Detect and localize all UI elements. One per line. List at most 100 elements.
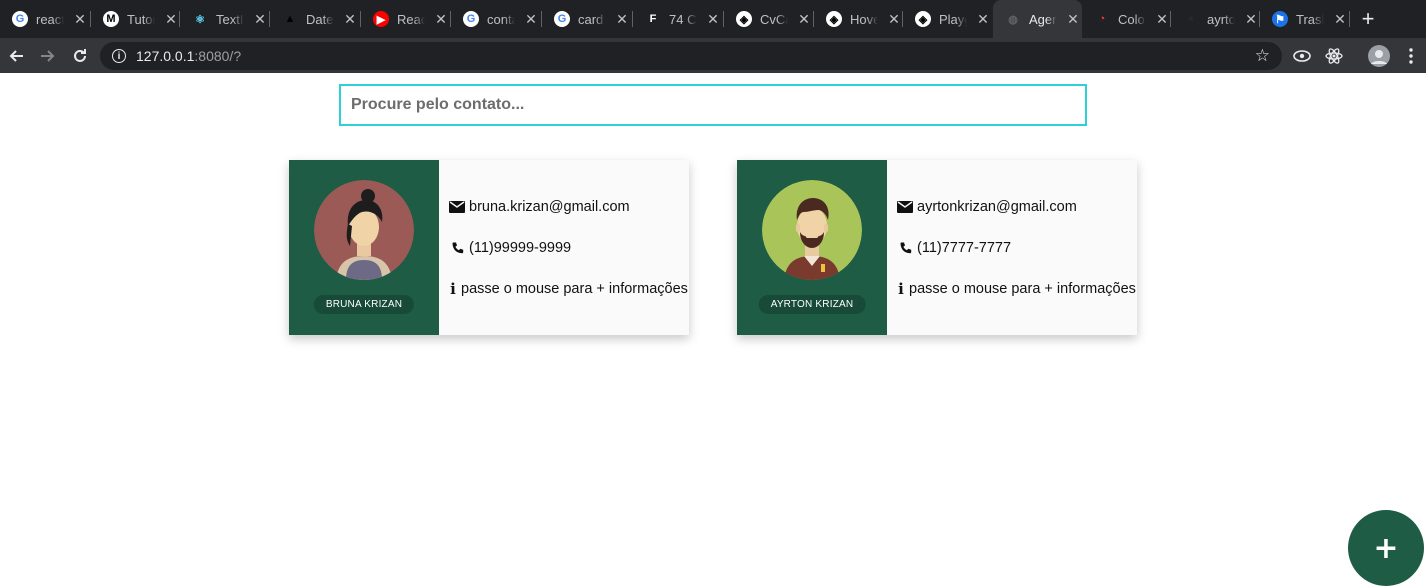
tab-title: Date <box>306 11 334 27</box>
browser-tab[interactable]: ▶ Reac ✕ <box>361 0 451 38</box>
forward-button[interactable] <box>32 40 64 72</box>
close-tab-icon[interactable]: ✕ <box>1243 11 1259 28</box>
browser-toolbar: i 127.0.0.1 :8080/? ☆ <box>0 38 1426 73</box>
browser-tab[interactable]: ◔ Colo ✕ <box>1082 0 1171 38</box>
phone-icon <box>897 242 913 255</box>
tab-title: ayrto <box>1207 11 1235 27</box>
envelope-icon <box>449 201 465 213</box>
arrow-left-icon <box>9 49 23 62</box>
contact-email: ayrtonkrizan@gmail.com <box>917 199 1077 215</box>
tab-title: card <box>578 11 604 27</box>
new-tab-button[interactable]: + <box>1350 0 1386 38</box>
tab-title: TextI <box>216 11 244 27</box>
tab-favicon-icon: G <box>554 11 570 27</box>
close-tab-icon[interactable]: ✕ <box>252 11 268 28</box>
tab-favicon-icon: ◍ <box>1008 13 1018 26</box>
contact-card[interactable]: AYRTON KRIZAN ayrtonkrizan@gmail.com (11… <box>737 160 1137 335</box>
tab-title: Tutor <box>127 11 155 27</box>
contact-phone-row: (11)7777-7777 <box>897 238 1137 258</box>
close-tab-icon[interactable]: ✕ <box>886 11 902 28</box>
contact-phone-row: (11)99999-9999 <box>449 238 689 258</box>
browser-tab[interactable]: ● ayrto ✕ <box>1171 0 1260 38</box>
close-tab-icon[interactable]: ✕ <box>975 11 991 28</box>
profile-avatar[interactable] <box>1367 38 1391 73</box>
close-tab-icon[interactable]: ✕ <box>433 11 449 28</box>
tab-title: Playg <box>939 11 967 27</box>
browser-tab[interactable]: Gconta ✕ <box>451 0 542 38</box>
reload-button[interactable] <box>64 40 96 72</box>
tab-favicon-icon: ◈ <box>736 11 752 27</box>
close-tab-icon[interactable]: ✕ <box>72 11 88 28</box>
contact-card[interactable]: BRUNA KRIZAN bruna.krizan@gmail.com (11)… <box>289 160 689 335</box>
contact-info-row: i passe o mouse para + informações <box>449 279 689 299</box>
tab-favicon-icon: ▲ <box>284 13 296 25</box>
contact-email-row: bruna.krizan@gmail.com <box>449 197 689 217</box>
close-tab-icon[interactable]: ✕ <box>1332 11 1348 28</box>
male-avatar-icon <box>762 180 862 280</box>
close-tab-icon[interactable]: ✕ <box>705 11 721 28</box>
url-host: 127.0.0.1 <box>136 48 195 64</box>
browser-tab[interactable]: ◈ Hove ✕ <box>814 0 903 38</box>
back-button[interactable] <box>0 40 32 72</box>
tab-favicon-icon: M <box>103 11 119 27</box>
tab-title: Trasl <box>1296 11 1324 27</box>
tab-title: CvCa <box>760 11 788 27</box>
close-tab-icon[interactable]: ✕ <box>1154 11 1170 28</box>
browser-tab[interactable]: Greact ✕ <box>0 0 91 38</box>
tab-favicon-icon: ▶ <box>373 11 389 27</box>
url-path: :8080/? <box>194 48 242 64</box>
info-icon: i <box>898 280 904 298</box>
browser-tab[interactable]: ◈ Playg ✕ <box>903 0 993 38</box>
browser-tab[interactable]: ⚑ Trasl ✕ <box>1260 0 1350 38</box>
contact-name-badge: AYRTON KRIZAN <box>758 295 866 314</box>
page-content: BRUNA KRIZAN bruna.krizan@gmail.com (11)… <box>0 73 1426 586</box>
contact-email: bruna.krizan@gmail.com <box>469 199 630 215</box>
close-tab-icon[interactable]: ✕ <box>163 11 179 28</box>
tab-favicon-icon: F <box>649 13 657 25</box>
envelope-icon <box>897 201 913 213</box>
react-devtools-icon[interactable] <box>1322 38 1346 73</box>
add-contact-button[interactable]: + <box>1348 510 1424 586</box>
tab-separator <box>1349 11 1350 27</box>
address-bar[interactable]: i 127.0.0.1 :8080/? ☆ <box>100 42 1282 70</box>
tab-title: Reac <box>397 11 425 27</box>
close-tab-icon[interactable]: ✕ <box>523 11 539 28</box>
close-tab-icon[interactable]: ✕ <box>614 11 630 28</box>
contact-card-header: AYRTON KRIZAN <box>737 160 887 335</box>
browser-menu-icon[interactable] <box>1400 38 1422 73</box>
tab-title: Agen <box>1029 11 1057 27</box>
tab-title: 74 C <box>669 11 697 27</box>
contact-details: bruna.krizan@gmail.com (11)99999-9999 i … <box>439 160 689 335</box>
browser-tab[interactable]: ▲ Date ✕ <box>270 0 361 38</box>
tab-favicon-icon: ◈ <box>826 11 842 27</box>
contact-info-row: i passe o mouse para + informações <box>897 279 1137 299</box>
contact-info-hint: passe o mouse para + informações <box>909 281 1136 297</box>
tab-favicon-icon: ● <box>1187 13 1195 25</box>
browser-tab[interactable]: ◍ Agen ✕ <box>993 0 1082 38</box>
tab-favicon-icon: ⚛ <box>195 13 205 26</box>
browser-tab[interactable]: Gcard ✕ <box>542 0 633 38</box>
close-tab-icon[interactable]: ✕ <box>796 11 812 28</box>
close-tab-icon[interactable]: ✕ <box>342 11 358 28</box>
tab-favicon-icon: ◈ <box>915 11 931 27</box>
bookmark-star-icon[interactable]: ☆ <box>1255 46 1270 66</box>
tab-strip: Greact ✕ M Tutor ✕ ⚛ TextI ✕ ▲ Date ✕ ▶ Reac ✕ Gconta ✕… <box>0 0 1426 38</box>
tab-favicon-icon: ⚑ <box>1272 11 1288 27</box>
eye-extension-icon[interactable] <box>1290 38 1314 73</box>
phone-icon <box>449 242 465 255</box>
browser-tab[interactable]: ◈ CvCa ✕ <box>724 0 814 38</box>
browser-tab[interactable]: M Tutor ✕ <box>91 0 180 38</box>
tab-title: conta <box>487 11 515 27</box>
search-input[interactable] <box>339 84 1087 126</box>
female-avatar-icon <box>314 180 414 280</box>
contact-phone: (11)99999-9999 <box>469 240 572 256</box>
close-tab-icon[interactable]: ✕ <box>1065 11 1081 28</box>
browser-tab[interactable]: ⚛ TextI ✕ <box>180 0 270 38</box>
contact-phone: (11)7777-7777 <box>917 240 1012 256</box>
contact-info-hint: passe o mouse para + informações <box>461 281 688 297</box>
browser-tab[interactable]: F 74 C ✕ <box>633 0 724 38</box>
contact-email-row: ayrtonkrizan@gmail.com <box>897 197 1137 217</box>
site-info-icon[interactable]: i <box>112 49 126 63</box>
tab-favicon-icon: G <box>463 11 479 27</box>
tab-title: Hove <box>850 11 878 27</box>
